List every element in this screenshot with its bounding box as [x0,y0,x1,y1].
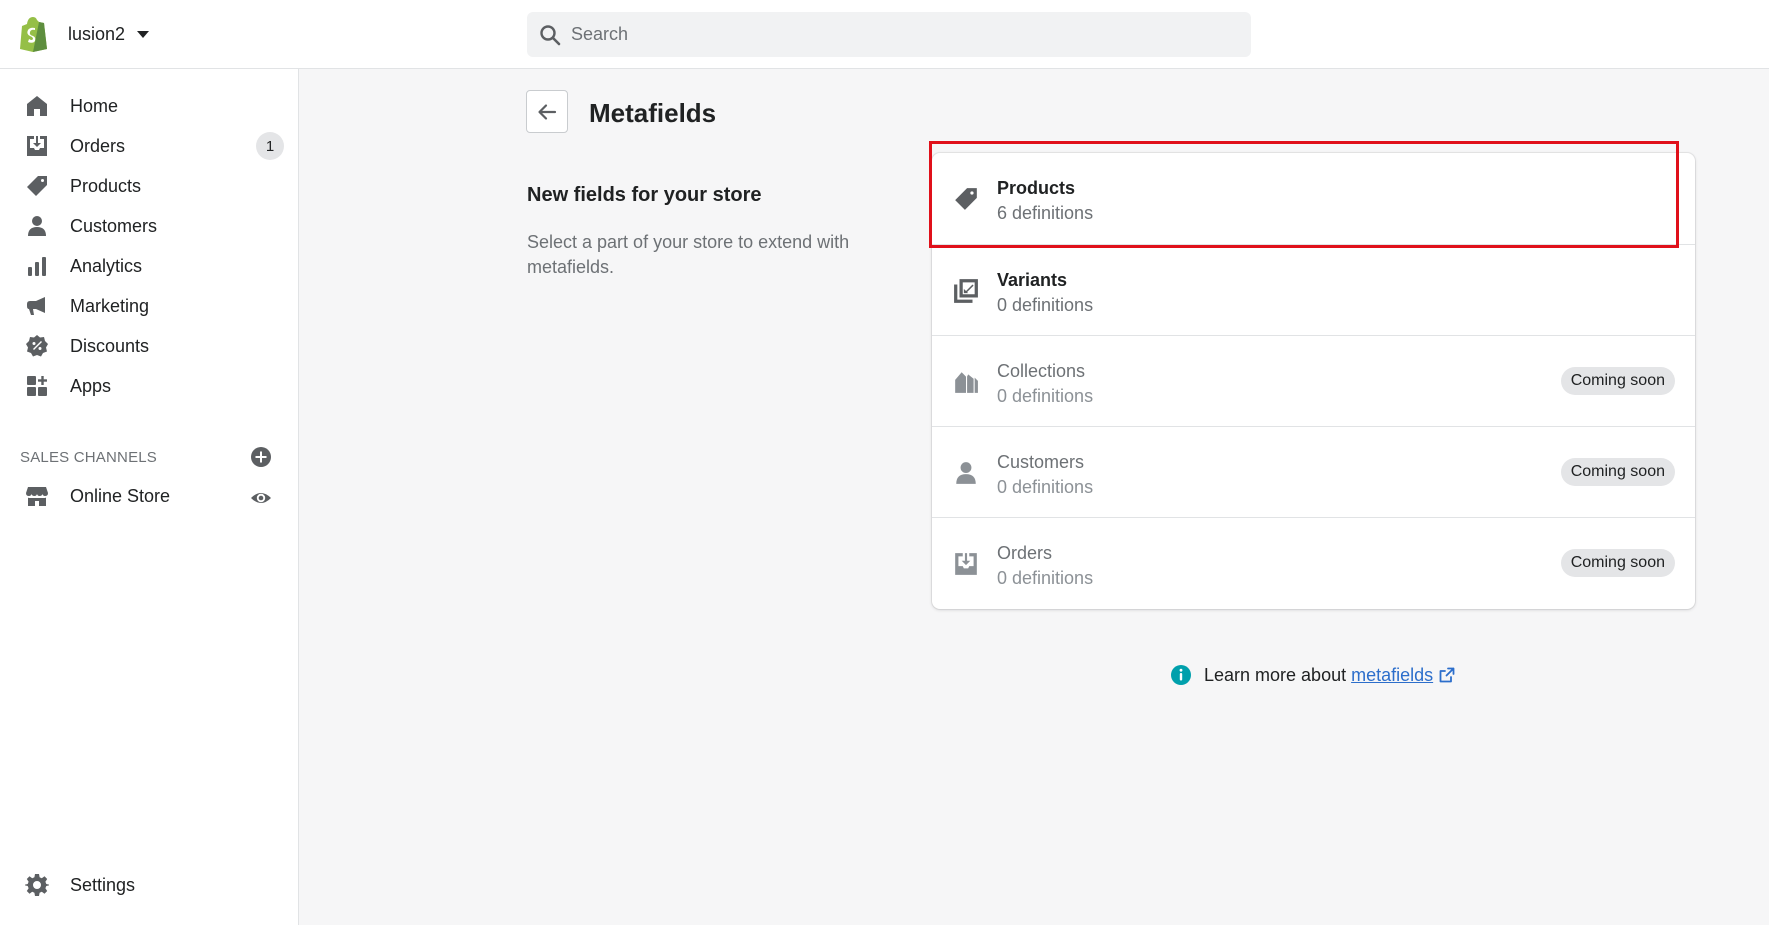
sales-channels-heading: SALES CHANNELS [20,449,158,466]
customer-icon [953,460,979,486]
caret-down-icon [137,30,150,38]
back-button[interactable] [526,90,568,133]
analytics-icon [25,254,49,278]
variants-icon [953,278,979,304]
sidebar-item-home[interactable]: Home [0,86,299,126]
info-icon [1171,665,1191,685]
resource-title: Customers [997,452,1085,472]
top-bar: lusion2 [0,0,1769,69]
metafields-link[interactable]: metafields [1351,665,1433,686]
gear-icon [25,873,49,897]
sidebar-item-label: Marketing [70,295,150,316]
tag-icon [953,186,979,212]
metafields-resource-list: Products 6 definitions Variants 0 defini… [932,153,1695,609]
store-switcher[interactable]: lusion2 [18,14,150,54]
resource-row-orders[interactable]: Orders 0 definitions Coming soon [932,517,1695,608]
resource-definitions-count: 0 definitions [997,295,1094,315]
collections-icon [953,369,979,395]
sidebar-item-orders[interactable]: Orders 1 [0,126,299,166]
external-link-icon[interactable] [1439,667,1455,683]
section-description: Select a part of your store to extend wi… [527,232,850,277]
resource-definitions-count: 6 definitions [997,203,1094,223]
resource-title: Variants [997,270,1068,290]
learn-more-text: Learn more about [1204,664,1347,685]
search-input[interactable] [571,24,1211,45]
sidebar-item-label: Online Store [70,485,171,506]
resource-row-variants[interactable]: Variants 0 definitions [932,244,1695,335]
resource-row-products[interactable]: Products 6 definitions [932,153,1695,244]
add-channel-icon[interactable] [250,446,272,468]
resource-definitions-count: 0 definitions [997,568,1094,588]
coming-soon-badge: Coming soon [1560,549,1675,577]
shopify-logo-icon [20,17,47,52]
page-title: Metafields [589,98,717,128]
sidebar-item-marketing[interactable]: Marketing [0,286,299,326]
section-title: New fields for your store [527,184,762,206]
sidebar-item-label: Discounts [70,335,150,356]
resource-title: Orders [997,543,1053,563]
discount-icon [25,334,49,358]
sidebar-item-label: Products [70,175,142,196]
sidebar-item-discounts[interactable]: Discounts [0,326,299,366]
learn-more-footer: Learn more about metafields [1170,662,1455,688]
store-icon [25,484,49,508]
sidebar-item-label: Home [70,95,119,116]
orders-icon [25,134,49,158]
home-icon [25,94,49,118]
store-name: lusion2 [68,23,126,44]
resource-row-collections[interactable]: Collections 0 definitions Coming soon [932,335,1695,426]
sidebar-item-apps[interactable]: Apps [0,366,299,406]
resource-definitions-count: 0 definitions [997,386,1094,406]
sidebar-item-customers[interactable]: Customers [0,206,299,246]
sidebar-item-settings[interactable]: Settings [0,865,299,905]
sidebar: Home Orders 1 Products Customers Analyti… [0,69,299,925]
resource-title: Collections [997,361,1086,381]
tag-icon [25,174,49,198]
customer-icon [25,214,49,238]
megaphone-icon [25,294,49,318]
orders-icon [953,551,979,577]
sidebar-item-label: Customers [70,215,158,236]
sidebar-item-products[interactable]: Products [0,166,299,206]
resource-title: Products [997,178,1076,198]
sidebar-item-label: Settings [70,874,136,895]
coming-soon-badge: Coming soon [1560,458,1675,486]
sidebar-item-analytics[interactable]: Analytics [0,246,299,286]
search-icon [540,24,561,45]
coming-soon-badge: Coming soon [1560,367,1675,395]
resource-row-customers[interactable]: Customers 0 definitions Coming soon [932,426,1695,517]
sidebar-item-label: Analytics [70,255,143,276]
apps-icon [25,374,49,398]
eye-icon[interactable] [250,487,272,509]
arrow-left-icon [538,103,557,120]
search-bar[interactable] [527,12,1251,57]
orders-count-badge: 1 [256,132,284,160]
sidebar-item-label: Apps [70,375,112,396]
resource-definitions-count: 0 definitions [997,477,1094,497]
sidebar-item-label: Orders [70,135,126,156]
